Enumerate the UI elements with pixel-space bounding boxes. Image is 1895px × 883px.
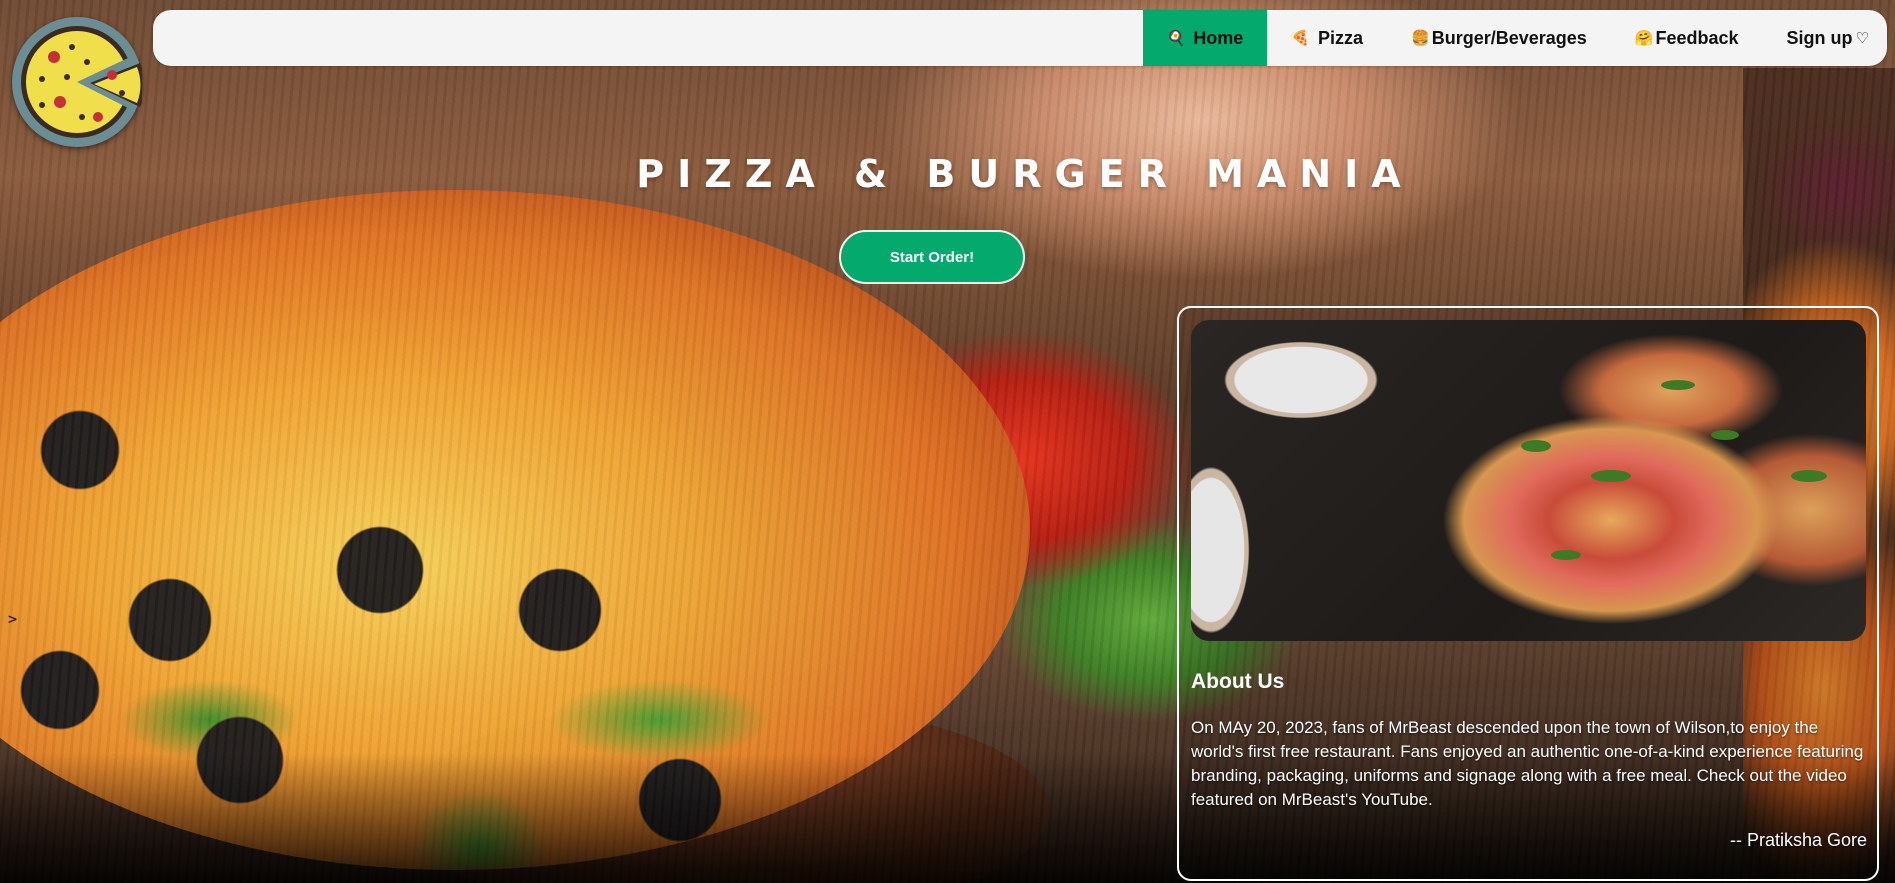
nav-pizza-label: Pizza bbox=[1318, 27, 1364, 48]
burger-icon: 🍔 bbox=[1411, 30, 1430, 47]
nav-feedback-label: Feedback bbox=[1655, 27, 1739, 48]
heart-icon: ♡ bbox=[1855, 30, 1869, 47]
hugging-face-icon: 🤗 bbox=[1634, 30, 1654, 47]
nav-pizza[interactable]: 🍕 Pizza bbox=[1267, 10, 1387, 66]
pizza-icon: 🍕 bbox=[1291, 30, 1311, 47]
about-us-pizza-photo bbox=[1191, 320, 1866, 641]
nav-home[interactable]: 🍳 Home bbox=[1142, 10, 1268, 66]
nav-feedback[interactable]: 🤗 Feedback bbox=[1611, 10, 1763, 66]
slider-arrow[interactable]: > bbox=[8, 610, 17, 628]
start-order-button[interactable]: Start Order! bbox=[839, 230, 1025, 284]
about-us-text: On MAy 20, 2023, fans of MrBeast descend… bbox=[1191, 718, 1864, 809]
pan-icon: 🍳 bbox=[1166, 30, 1186, 47]
nav-burger-label: Burger/Beverages bbox=[1431, 27, 1587, 48]
nav-signup-label: Sign up bbox=[1786, 27, 1853, 48]
nav-home-label: Home bbox=[1193, 27, 1244, 48]
hero-title: PIZZA & BURGER MANIA bbox=[636, 152, 1414, 196]
nav-menu: 🍳 Home 🍕 Pizza 🍔 Burger/Beverages 🤗 Feed… bbox=[1142, 10, 1887, 66]
about-us-heading: About Us bbox=[1191, 670, 1285, 693]
photo-detail bbox=[1711, 430, 1739, 440]
about-us-author: -- Pratiksha Gore bbox=[1729, 830, 1867, 850]
photo-detail bbox=[1791, 470, 1827, 482]
photo-detail bbox=[1661, 380, 1695, 390]
pizza-logo-icon bbox=[15, 20, 142, 144]
photo-detail bbox=[1521, 440, 1551, 452]
photo-detail bbox=[1591, 470, 1631, 482]
nav-sign-up[interactable]: Sign up ♡ bbox=[1763, 10, 1887, 66]
top-navbar: 🍳 Home 🍕 Pizza 🍔 Burger/Beverages 🤗 Feed… bbox=[153, 10, 1887, 66]
pizza-logo[interactable] bbox=[12, 17, 142, 147]
photo-detail bbox=[1551, 550, 1581, 560]
page: 🍳 Home 🍕 Pizza 🍔 Burger/Beverages 🤗 Feed… bbox=[0, 0, 1895, 883]
about-us-card: About Us On MAy 20, 2023, fans of MrBeas… bbox=[1177, 306, 1879, 881]
nav-burger-beverages[interactable]: 🍔 Burger/Beverages bbox=[1387, 10, 1611, 66]
